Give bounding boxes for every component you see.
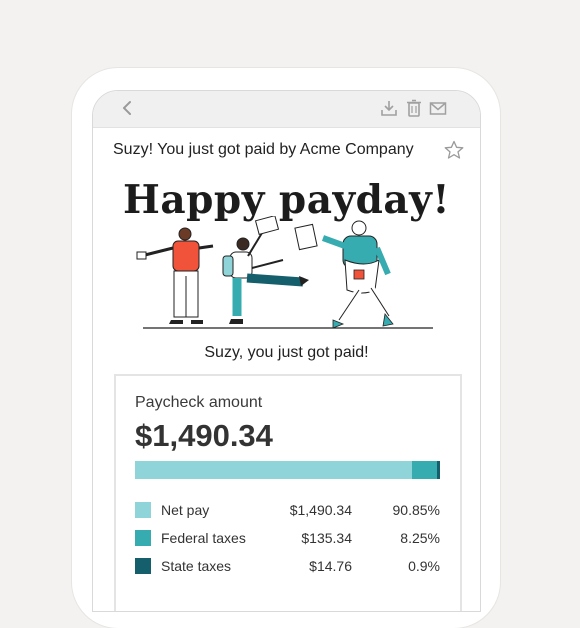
tagline: Suzy, you just got paid! [204, 344, 369, 361]
paycheck-breakdown-bar [135, 461, 440, 479]
legend-row-net-pay: Net pay $1,490.34 90.85% [135, 500, 440, 520]
legend-swatch [135, 558, 151, 574]
email-toolbar [93, 91, 480, 128]
legend-percent: 90.85% [392, 502, 440, 518]
legend-swatch [135, 502, 151, 518]
paycheck-card: Paycheck amount $1,490.34 Net pay $1,490… [114, 374, 462, 611]
dancing-people-illustration [136, 216, 433, 329]
legend-amount: $1,490.34 [289, 502, 352, 518]
paycheck-amount: $1,490.34 [135, 418, 273, 453]
legend-amount: $14.76 [309, 558, 352, 574]
legend-percent: 0.9% [408, 558, 440, 574]
legend-row-state-taxes: State taxes $14.76 0.9% [135, 556, 440, 576]
back-icon[interactable] [119, 99, 137, 117]
legend-name: Net pay [161, 502, 210, 518]
bar-segment-federal-taxes [412, 461, 438, 479]
paycheck-label: Paycheck amount [135, 394, 263, 411]
star-icon[interactable] [444, 140, 464, 160]
download-icon[interactable] [380, 99, 398, 117]
email-subject: Suzy! You just got paid by Acme Company [113, 141, 414, 158]
trash-icon[interactable] [405, 99, 423, 117]
legend-swatch [135, 530, 151, 546]
person-one-figure [136, 227, 214, 324]
legend-percent: 8.25% [400, 530, 440, 546]
legend-amount: $135.34 [301, 530, 352, 546]
person-three-figure [294, 220, 394, 329]
bar-segment-state-taxes [437, 461, 440, 479]
legend-name: State taxes [161, 558, 232, 574]
mail-icon[interactable] [429, 99, 447, 117]
legend-name: Federal taxes [161, 530, 246, 546]
legend-row-federal-taxes: Federal taxes $135.34 8.25% [135, 528, 440, 548]
email-screen: Suzy! You just got paid by Acme Company … [92, 90, 481, 612]
bar-segment-net-pay [135, 461, 413, 479]
